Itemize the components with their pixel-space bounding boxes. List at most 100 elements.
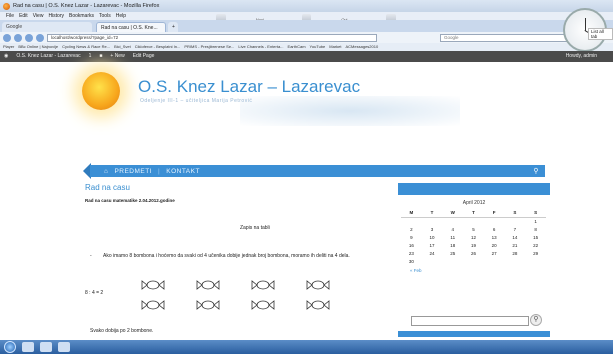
home-icon[interactable] (36, 33, 44, 42)
taskbar-app-icon[interactable] (40, 342, 52, 352)
calendar-day (422, 257, 443, 265)
post-subtitle: Rad na casu matematike 2.04.2012.godine (85, 198, 175, 203)
admin-site-link[interactable]: O.S. Knez Lazar - Lazarevac (16, 51, 80, 62)
weekday-header: T (421, 208, 443, 218)
calendar-week-row: 2 3 4 5 6 7 8 (401, 225, 546, 233)
calendar-day: 22 (533, 242, 539, 248)
calendar-day: 11 (450, 234, 456, 240)
calendar-day (505, 217, 526, 225)
tab-rad-na-casu[interactable]: Rad na casu | O.S. Kne... (96, 22, 166, 32)
home-icon[interactable]: ⌂ (104, 168, 108, 175)
candy-icon (306, 280, 330, 290)
nav-item-kontakt[interactable]: KONTAKT (166, 168, 200, 175)
window-title: Rad na casu | O.S. Knez Lazar - Lazareva… (13, 3, 160, 9)
candy-icon (251, 280, 275, 290)
calendar-day: 14 (512, 234, 518, 240)
bookmark-item[interactable]: ACMessages2010 (346, 43, 379, 51)
edit-page-link[interactable]: Edit Page (133, 51, 155, 62)
wordpress-logo-icon[interactable]: ◉ (4, 51, 8, 62)
weekday-header: S (504, 208, 526, 218)
calendar-day: 20 (491, 242, 497, 248)
bookmark-item[interactable]: EarthCam (288, 43, 306, 51)
calendar-day (422, 217, 443, 225)
bookmark-item[interactable]: PRIMS - Presjibrenese Se... (184, 43, 234, 51)
new-content-button[interactable]: + New (110, 51, 124, 62)
list-all-tabs-button[interactable]: List all tab (588, 28, 613, 40)
calendar-day: 8 (534, 226, 537, 232)
bookmark-item[interactable]: Bici_Svet (114, 43, 131, 51)
menu-help[interactable]: Help (116, 12, 126, 20)
calendar-day (401, 217, 422, 225)
calendar-day (463, 217, 484, 225)
taskbar-app-icon[interactable] (22, 342, 34, 352)
board-note-heading: Zapis na tabli (240, 225, 270, 231)
calendar-week-row: 9 10 11 12 13 14 15 (401, 233, 546, 241)
menu-history[interactable]: History (48, 12, 64, 20)
bookmark-item[interactable]: Live Channels - Enterta... (238, 43, 283, 51)
calendar-day: 6 (492, 226, 496, 232)
calendar-day: 21 (512, 242, 518, 248)
calendar-day: 12 (470, 234, 476, 240)
post-content: Rad na casu Rad na casu matematike 2.04.… (85, 183, 390, 343)
calendar-day: 10 (429, 234, 435, 240)
sidebar-search-input[interactable] (411, 316, 529, 326)
bookmark-item[interactable]: YouTube (310, 43, 326, 51)
howdy-user[interactable]: Howdy, admin (566, 51, 613, 62)
menu-file[interactable]: File (6, 12, 14, 20)
wp-admin-bar: ◉ O.S. Knez Lazar - Lazarevac 1 ■ + New … (0, 51, 613, 62)
menu-tools[interactable]: Tools (99, 12, 111, 20)
bullet-icon: - (90, 253, 92, 259)
sidebar: April 2012 M T W T F S S 1 2 3 4 5 6 7 8 9 10 11 12… (398, 183, 550, 340)
new-tab-button[interactable]: + (168, 22, 178, 32)
calendar-day: 27 (491, 250, 497, 256)
bookmark-item[interactable]: Cycling News & Race Re... (62, 43, 110, 51)
windows-taskbar (0, 340, 613, 354)
calendar-week-row: 23 24 25 26 27 28 29 (401, 249, 546, 257)
candy-icon (196, 300, 220, 310)
forward-icon[interactable] (14, 33, 22, 42)
site-title[interactable]: O.S. Knez Lazar – Lazarevac (138, 77, 360, 97)
menu-view[interactable]: View (33, 12, 44, 20)
calendar-day (463, 257, 484, 265)
candy-icon (196, 280, 220, 290)
calendar-day: 15 (533, 234, 539, 240)
bookmark-item[interactable]: Cikloferce - Besplatni In... (135, 43, 181, 51)
url-bar[interactable]: localhost/wordpress/?page_id=72 (47, 33, 377, 42)
nav-item-predmeti[interactable]: PREDMETI (114, 168, 152, 175)
calendar-day (484, 217, 505, 225)
post-title: Rad na casu (85, 183, 130, 192)
search-icon[interactable]: ⚲ (530, 314, 542, 326)
calendar-day (442, 217, 463, 225)
bookmark-item[interactable]: Market (329, 43, 341, 51)
calendar-week-row: 30 (401, 257, 546, 265)
menu-edit[interactable]: Edit (19, 12, 28, 20)
calendar-prev-month-link[interactable]: « Feb (410, 268, 550, 273)
calendar-day: 24 (429, 250, 435, 256)
search-icon[interactable]: ⚲ (533, 167, 539, 175)
navigation-toolbar: localhost/wordpress/?page_id=72 Google (0, 32, 613, 43)
calendar-day: 16 (408, 242, 414, 248)
calendar-week-row: 16 17 18 19 20 21 22 (401, 241, 546, 249)
calendar-day (484, 257, 505, 265)
reload-icon[interactable] (25, 33, 33, 42)
start-button-icon[interactable] (4, 341, 16, 353)
updates-count[interactable]: 1 (89, 51, 92, 62)
conclusion-text: Svako dobija po 2 bombone. (90, 328, 154, 334)
division-equation: 8 : 4 = 2 (85, 290, 104, 296)
menu-bookmarks[interactable]: Bookmarks (69, 12, 94, 20)
calendar-day: 13 (491, 234, 497, 240)
tab-google[interactable]: Google (2, 22, 92, 32)
bookmark-item[interactable]: Player (3, 43, 14, 51)
weekday-header: M (401, 208, 422, 218)
taskbar-app-icon[interactable] (58, 342, 70, 352)
bookmark-item[interactable]: BBc Online | Najnovije (18, 43, 58, 51)
header-cloud-decoration (240, 96, 460, 126)
calendar-day: 26 (470, 250, 476, 256)
calendar-day: 17 (429, 242, 435, 248)
back-icon[interactable] (3, 33, 11, 42)
browser-titlebar: Rad na casu | O.S. Knez Lazar - Lazareva… (0, 0, 613, 12)
calendar-day: 23 (408, 250, 414, 256)
weekday-header: S (525, 208, 546, 218)
comments-icon[interactable]: ■ (99, 51, 102, 62)
weekday-header: F (483, 208, 505, 218)
